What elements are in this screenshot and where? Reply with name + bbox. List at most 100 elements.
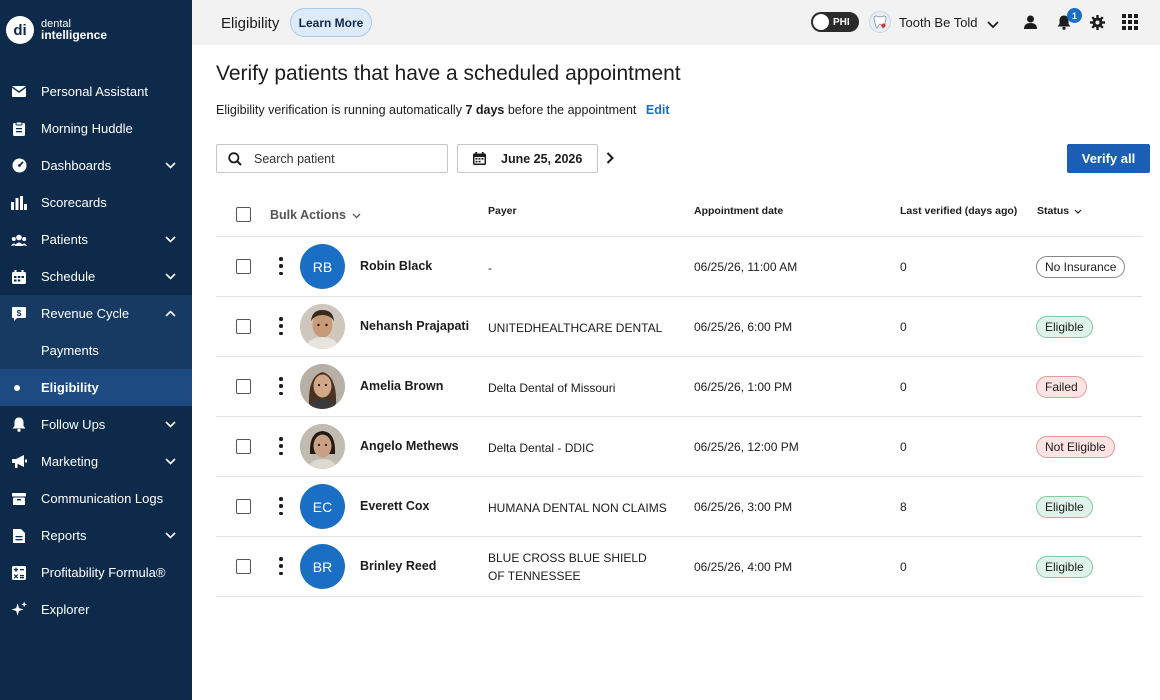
patient-name[interactable]: Amelia Brown — [360, 379, 443, 393]
more-options-icon[interactable] — [279, 497, 283, 515]
last-verified-cell: 0 — [900, 320, 907, 334]
table-row[interactable]: EC Everett Cox HUMANA DENTAL NON CLAIMS … — [216, 477, 1142, 537]
payer-cell: BLUE CROSS BLUE SHIELD OF TENNESSEE — [488, 551, 647, 583]
sparkle-icon — [11, 601, 27, 618]
table-row[interactable]: Nehansh Prajapati UNITEDHEALTHCARE DENTA… — [216, 297, 1142, 357]
sidebar-item-personal-assistant[interactable]: Personal Assistant — [0, 73, 192, 110]
sidebar-item-marketing[interactable]: Marketing — [0, 443, 192, 480]
chevron-down-icon — [164, 456, 176, 468]
row-checkbox[interactable] — [236, 439, 251, 454]
row-checkbox[interactable] — [236, 559, 251, 574]
appointment-date-header: Appointment date — [694, 205, 784, 217]
gauge-icon — [11, 158, 27, 174]
search-box[interactable] — [216, 144, 448, 173]
sidebar-item-dashboards[interactable]: Dashboards — [0, 147, 192, 184]
notification-badge: 1 — [1067, 8, 1082, 23]
chevron-down-icon — [352, 213, 361, 219]
patient-name[interactable]: Robin Black — [360, 259, 432, 273]
patient-name[interactable]: Angelo Methews — [360, 439, 459, 453]
chevron-up-icon — [164, 308, 176, 320]
patient-name[interactable]: Everett Cox — [360, 499, 429, 513]
patient-photo-icon — [300, 304, 345, 349]
select-all-checkbox[interactable] — [236, 207, 251, 222]
date-picker-button[interactable]: June 25, 2026 — [457, 144, 598, 173]
bulk-actions-dropdown[interactable]: Bulk Actions — [270, 208, 361, 222]
sidebar-item-scorecards[interactable]: Scorecards — [0, 184, 192, 221]
payer-cell: Delta Dental - DDIC — [488, 441, 595, 455]
clipboard-icon — [11, 121, 27, 137]
sidebar-item-label: Follow Ups — [41, 417, 106, 432]
table-row[interactable]: RB Robin Black - 06/25/26, 11:00 AM 0 No… — [216, 237, 1142, 297]
table-header: Bulk Actions Payer Appointment date Last… — [216, 187, 1142, 237]
row-checkbox[interactable] — [236, 499, 251, 514]
more-options-icon[interactable] — [279, 557, 283, 575]
table-row[interactable]: Angelo Methews Delta Dental - DDIC 06/25… — [216, 417, 1142, 477]
sidebar-item-follow-ups[interactable]: Follow Ups — [0, 406, 192, 443]
status-badge: Eligible — [1036, 496, 1093, 518]
status-badge: Eligible — [1036, 316, 1093, 338]
payer-header: Payer — [488, 205, 517, 217]
sidebar-item-patients[interactable]: Patients — [0, 221, 192, 258]
sidebar-item-revenue-cycle[interactable]: $ Revenue Cycle — [0, 295, 192, 332]
status-header[interactable]: Status — [1037, 205, 1082, 217]
calendar-icon — [473, 152, 486, 165]
dollar-chat-icon: $ — [11, 306, 27, 322]
apps-grid-icon[interactable] — [1121, 13, 1139, 31]
top-bar: Eligibility Learn More PHI Tooth Be Told… — [192, 0, 1160, 45]
last-verified-cell: 0 — [900, 560, 907, 574]
sidebar-item-payments[interactable]: Payments — [0, 332, 192, 369]
appointment-cell: 06/25/26, 4:00 PM — [694, 560, 793, 574]
more-options-icon[interactable] — [279, 437, 283, 455]
more-options-icon[interactable] — [279, 317, 283, 335]
chevron-right-icon[interactable] — [603, 150, 617, 166]
logo-wordmark: dental intelligence — [41, 19, 107, 42]
sidebar-item-label: Explorer — [41, 602, 90, 617]
row-checkbox[interactable] — [236, 259, 251, 274]
date-label: June 25, 2026 — [501, 151, 583, 166]
bar-chart-icon — [11, 195, 27, 211]
verify-all-button[interactable]: Verify all — [1067, 144, 1150, 173]
sidebar-item-schedule[interactable]: Schedule — [0, 258, 192, 295]
table-row[interactable]: Amelia Brown Delta Dental of Missouri 06… — [216, 357, 1142, 417]
sidebar-item-explorer[interactable]: Explorer — [0, 591, 192, 628]
bell-icon — [11, 417, 27, 433]
sidebar-nav: Personal Assistant Morning Huddle Dashbo… — [0, 73, 192, 628]
chevron-down-icon[interactable] — [987, 16, 999, 34]
sidebar-item-label: Communication Logs — [41, 491, 164, 506]
edit-link[interactable]: Edit — [646, 103, 670, 117]
last-verified-cell: 0 — [900, 260, 907, 274]
sidebar-item-profitability-formula[interactable]: Profitability Formula® — [0, 554, 192, 591]
document-icon — [11, 528, 27, 544]
row-checkbox[interactable] — [236, 379, 251, 394]
tooth-icon[interactable] — [869, 11, 891, 33]
sidebar-item-eligibility[interactable]: Eligibility — [0, 369, 192, 406]
avatar: BR — [300, 544, 345, 589]
sidebar-item-communication-logs[interactable]: Communication Logs — [0, 480, 192, 517]
patient-name[interactable]: Brinley Reed — [360, 559, 436, 573]
subtitle-text-post: before the appointment — [507, 103, 637, 117]
status-badge: No Insurance — [1036, 256, 1126, 278]
toggle-knob — [813, 14, 829, 30]
sidebar-item-reports[interactable]: Reports — [0, 517, 192, 554]
patient-name[interactable]: Nehansh Prajapati — [360, 319, 469, 333]
payer-cell: UNITEDHEALTHCARE DENTAL — [488, 321, 663, 335]
row-checkbox[interactable] — [236, 319, 251, 334]
avatar — [300, 304, 345, 349]
sidebar-item-label: Reports — [41, 528, 87, 543]
table-row[interactable]: BR Brinley Reed BLUE CROSS BLUE SHIELD O… — [216, 537, 1142, 597]
payer-cell: HUMANA DENTAL NON CLAIMS — [488, 501, 667, 515]
learn-more-button[interactable]: Learn More — [290, 8, 372, 37]
more-options-icon[interactable] — [279, 377, 283, 395]
sidebar-item-label: Profitability Formula® — [41, 565, 166, 580]
user-icon[interactable] — [1021, 13, 1039, 31]
phi-toggle[interactable]: PHI — [811, 12, 859, 32]
search-input[interactable] — [254, 151, 434, 166]
logo-mark: di — [6, 16, 34, 44]
sidebar-item-label: Dashboards — [41, 158, 112, 173]
sidebar-item-morning-huddle[interactable]: Morning Huddle — [0, 110, 192, 147]
brand-logo[interactable]: di dental intelligence — [6, 16, 107, 44]
chevron-down-icon — [164, 419, 176, 431]
more-options-icon[interactable] — [279, 257, 283, 275]
practice-name[interactable]: Tooth Be Told — [899, 15, 978, 30]
gear-icon[interactable] — [1088, 13, 1106, 31]
